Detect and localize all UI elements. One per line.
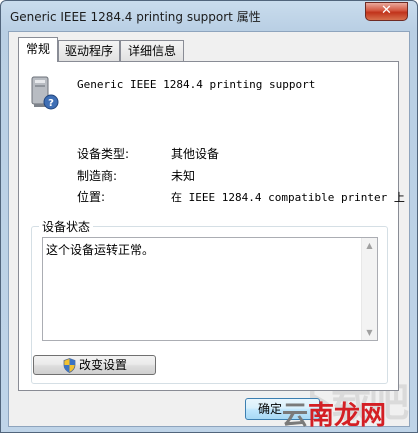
svg-text:?: ? (48, 98, 54, 109)
status-scrollbar[interactable]: ▲ ▼ (361, 238, 377, 340)
close-button[interactable]: ✕ (365, 2, 408, 21)
location-value: 在 IEEE 1284.4 compatible printer 上 (171, 191, 405, 204)
manufacturer-value: 未知 (171, 169, 196, 183)
tab-driver-label: 驱动程序 (64, 44, 113, 58)
device-name: Generic IEEE 1284.4 printing support (77, 78, 316, 91)
change-settings-label: 改变设置 (79, 358, 128, 372)
title-bar[interactable]: Generic IEEE 1284.4 printing support 属性 … (1, 1, 417, 31)
change-settings-button[interactable]: 改变设置 (33, 355, 156, 375)
dialog-client-area: 常规 驱动程序 详细信息 ? Generic IEEE 1284.4 print… (8, 31, 410, 427)
window-title: Generic IEEE 1284.4 printing support 属性 (10, 10, 261, 24)
general-tab-panel: ? Generic IEEE 1284.4 printing support 设… (18, 61, 405, 391)
scroll-up-icon[interactable]: ▲ (362, 238, 377, 253)
properties-window: Generic IEEE 1284.4 printing support 属性 … (0, 0, 418, 433)
location-label: 位置: (77, 190, 106, 204)
tab-details[interactable]: 详细信息 (120, 40, 184, 61)
tab-details-label: 详细信息 (127, 44, 176, 58)
device-status-legend: 设备状态 (39, 218, 94, 235)
printer-device-unknown-icon: ? (31, 76, 59, 110)
close-icon: ✕ (381, 3, 392, 18)
watermark-suffix: 南龙网 (308, 401, 387, 431)
manufacturer-label: 制造商: (77, 169, 118, 183)
uac-shield-icon (63, 358, 76, 373)
scroll-down-icon[interactable]: ▼ (362, 325, 377, 340)
device-status-text: 这个设备运转正常。 (46, 243, 155, 257)
watermark-prefix: 云 (282, 401, 309, 431)
watermark-logo: 云南龙网 (282, 395, 386, 432)
ok-button-label: 确定 (258, 402, 283, 416)
device-type-label: 设备类型: (77, 147, 130, 161)
device-status-textbox[interactable]: 这个设备运转正常。 ▲ ▼ (42, 237, 378, 341)
device-type-value: 其他设备 (171, 147, 220, 161)
tab-general[interactable]: 常规 (18, 37, 58, 62)
tab-driver[interactable]: 驱动程序 (58, 40, 120, 61)
tab-general-label: 常规 (25, 42, 50, 56)
